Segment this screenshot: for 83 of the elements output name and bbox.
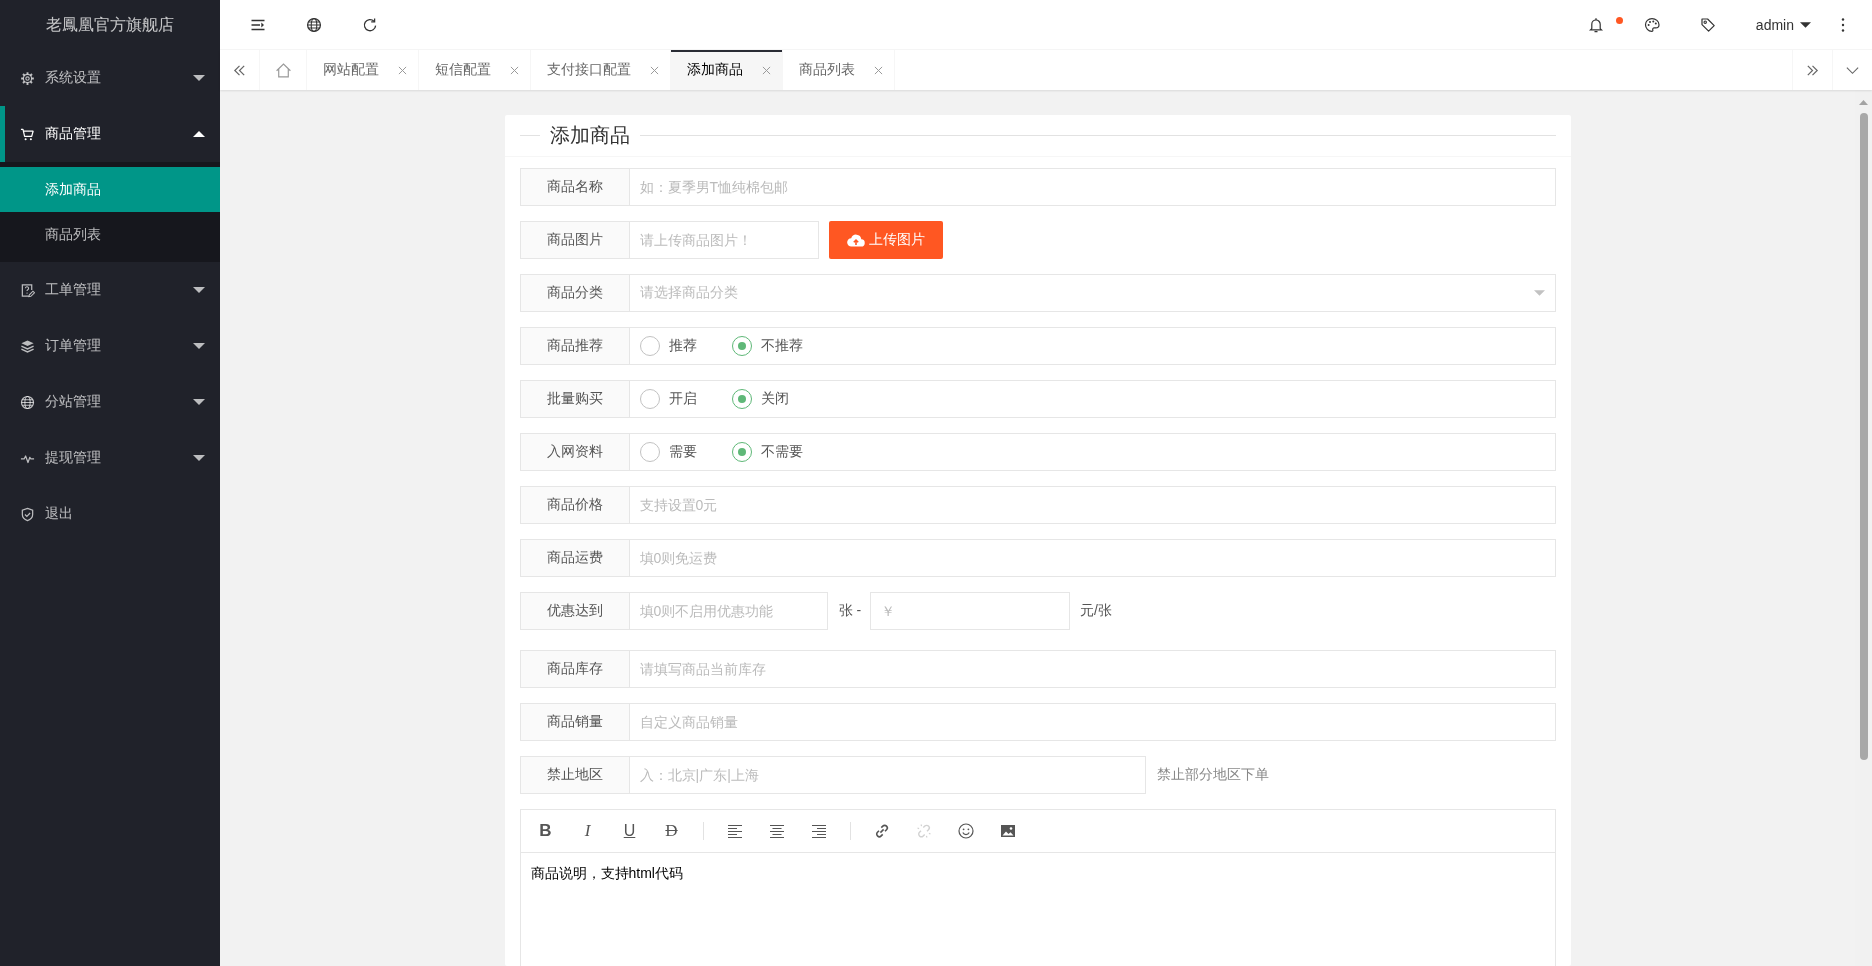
tab[interactable]: 短信配置 — [419, 50, 531, 90]
sidebar-item[interactable]: 订单管理 — [0, 318, 220, 374]
caret-icon — [193, 131, 205, 137]
radio-option[interactable]: 推荐 — [639, 336, 697, 356]
refresh-icon[interactable] — [362, 16, 378, 33]
radio-option[interactable]: 开启 — [639, 389, 697, 409]
bold-button[interactable]: B — [537, 823, 554, 839]
sidebar-item[interactable]: 分站管理 — [0, 374, 220, 430]
layers-icon — [20, 338, 35, 354]
input-field[interactable]: 填0则免运费 — [629, 539, 1556, 577]
input-field[interactable]: 填0则不启用优惠功能 — [629, 592, 828, 630]
field-label: 商品名称 — [519, 168, 630, 206]
sidebar-item[interactable]: 商品管理 — [0, 106, 220, 162]
field-label: 商品分类 — [519, 274, 630, 312]
palette-icon[interactable] — [1643, 16, 1660, 33]
radio-option[interactable]: 关闭 — [731, 389, 789, 409]
input-field[interactable]: 自定义商品销量 — [629, 703, 1556, 741]
radio-option[interactable]: 不需要 — [731, 442, 803, 462]
tab[interactable]: 商品列表 — [783, 50, 895, 90]
italic-button[interactable]: I — [579, 823, 596, 839]
shield-check-icon — [20, 506, 35, 522]
close-icon[interactable] — [398, 65, 407, 75]
caret-icon — [193, 75, 205, 81]
align-center-icon[interactable] — [768, 823, 785, 839]
store-name: 老鳳凰官方旗舰店 — [46, 14, 174, 35]
user-menu[interactable]: admin — [1755, 16, 1811, 33]
unit-text: 元/张 — [1080, 602, 1112, 620]
close-icon[interactable] — [650, 65, 659, 75]
globe-icon[interactable] — [306, 16, 322, 33]
cloud-upload-icon — [846, 233, 865, 247]
tab[interactable]: 添加商品 — [671, 50, 783, 90]
field-label: 批量购买 — [519, 380, 630, 418]
sidebar-item[interactable]: 工单管理 — [0, 262, 220, 318]
form-title: 添加商品 — [549, 123, 630, 148]
input-field[interactable]: 如：夏季男T恤纯棉包邮 — [629, 168, 1556, 206]
home-icon — [274, 61, 292, 79]
close-icon[interactable] — [510, 65, 519, 75]
caret-icon — [193, 455, 205, 461]
caret-icon — [193, 343, 205, 349]
field-label: 商品推荐 — [519, 327, 630, 365]
field-label: 优惠达到 — [519, 592, 630, 630]
submenu-item[interactable]: 商品列表 — [0, 212, 220, 257]
editor-field[interactable]: 商品说明，支持html代码 — [520, 853, 1555, 966]
input-field[interactable]: 请填写商品当前库存 — [629, 650, 1556, 688]
unit-text: 张 - — [838, 602, 862, 620]
field-label: 禁止地区 — [519, 756, 630, 794]
caret-icon — [1800, 21, 1811, 28]
bell-icon[interactable] — [1587, 16, 1604, 33]
sidebar-item[interactable]: 退出 — [0, 486, 220, 542]
scrollbar-thumb[interactable] — [1859, 113, 1868, 760]
caret-icon — [193, 399, 205, 405]
field-label: 商品库存 — [519, 650, 630, 688]
gear-icon — [20, 70, 35, 86]
field-label: 入网资料 — [519, 433, 630, 471]
link-icon[interactable] — [873, 823, 890, 839]
more-icon[interactable] — [1841, 16, 1845, 33]
image-icon[interactable] — [999, 823, 1016, 839]
close-icon[interactable] — [874, 65, 883, 75]
sidebar-item[interactable]: 提现管理 — [0, 430, 220, 486]
caret-icon — [193, 287, 205, 293]
input-field[interactable]: 支持设置0元 — [629, 486, 1556, 524]
field-label: 商品图片 — [519, 221, 630, 259]
align-right-icon[interactable] — [810, 823, 827, 839]
field-label: 商品运费 — [519, 539, 630, 577]
caret-down-icon — [1533, 290, 1545, 296]
radio-option[interactable]: 不推荐 — [731, 336, 803, 356]
smiley-icon[interactable] — [957, 823, 974, 839]
price-field[interactable]: ￥ — [870, 592, 1071, 630]
tab[interactable]: 网站配置 — [307, 50, 419, 90]
question-note-icon — [20, 282, 35, 298]
cart-icon — [20, 126, 35, 142]
radio-option[interactable]: 需要 — [639, 442, 697, 462]
hint-text: 禁止部分地区下单 — [1156, 766, 1269, 784]
submenu-item[interactable]: 添加商品 — [0, 167, 220, 212]
field-label: 商品销量 — [519, 703, 630, 741]
align-left-icon[interactable] — [726, 823, 743, 839]
close-icon[interactable] — [762, 65, 771, 75]
sidebar-item[interactable]: 系统设置 — [0, 50, 220, 106]
globe-icon — [20, 394, 35, 410]
underline-button[interactable]: U — [621, 823, 638, 839]
strikethrough-button[interactable]: D — [663, 823, 680, 839]
field-label: 商品价格 — [519, 486, 630, 524]
tag-icon[interactable] — [1699, 16, 1716, 33]
